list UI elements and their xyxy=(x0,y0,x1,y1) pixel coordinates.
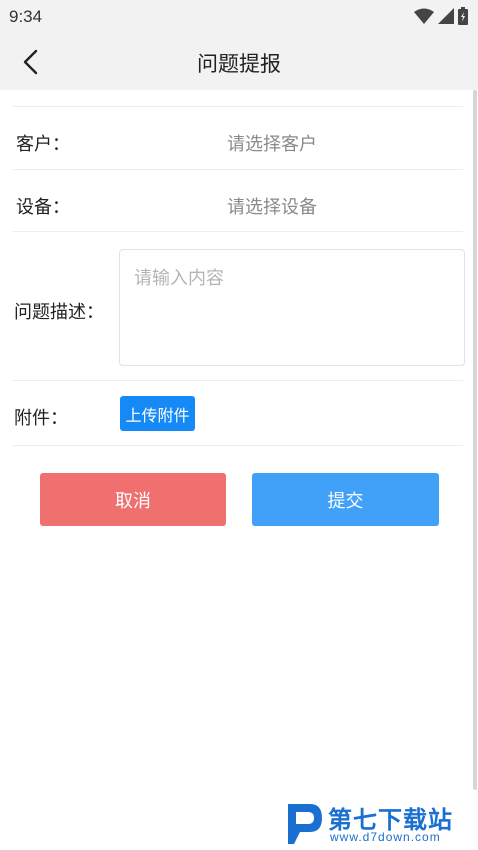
description-textarea[interactable]: 请输入内容 xyxy=(119,249,465,366)
divider xyxy=(13,445,463,446)
upload-attachment-button[interactable]: 上传附件 xyxy=(120,396,195,431)
divider xyxy=(13,169,463,170)
description-placeholder: 请输入内容 xyxy=(134,268,224,289)
submit-button[interactable]: 提交 xyxy=(252,473,439,526)
watermark-logo-icon xyxy=(288,804,322,844)
description-label: 问题描述： xyxy=(14,302,104,323)
divider xyxy=(13,106,463,107)
device-label: 设备： xyxy=(16,197,70,218)
status-time: 9:34 xyxy=(9,7,43,26)
customer-label: 客户： xyxy=(16,134,70,155)
device-select[interactable]: 请选择设备 xyxy=(227,193,317,219)
divider xyxy=(13,231,463,232)
scrollbar[interactable] xyxy=(473,90,477,790)
divider xyxy=(13,380,463,381)
nav-bar: 问题提报 xyxy=(0,34,478,90)
customer-select[interactable]: 请选择客户 xyxy=(227,130,317,156)
watermark-url: www.d7down.com xyxy=(330,830,441,844)
status-bar: 9:34 xyxy=(0,0,478,34)
watermark: 第七下载站 www.d7down.com xyxy=(282,798,478,850)
page-title: 问题提报 xyxy=(197,52,281,76)
battery-icon xyxy=(458,7,468,25)
attachment-label: 附件： xyxy=(14,408,68,429)
wifi-icon xyxy=(414,8,434,24)
cellular-signal-icon xyxy=(438,8,454,24)
cancel-button[interactable]: 取消 xyxy=(40,473,226,526)
status-icons xyxy=(414,7,468,25)
